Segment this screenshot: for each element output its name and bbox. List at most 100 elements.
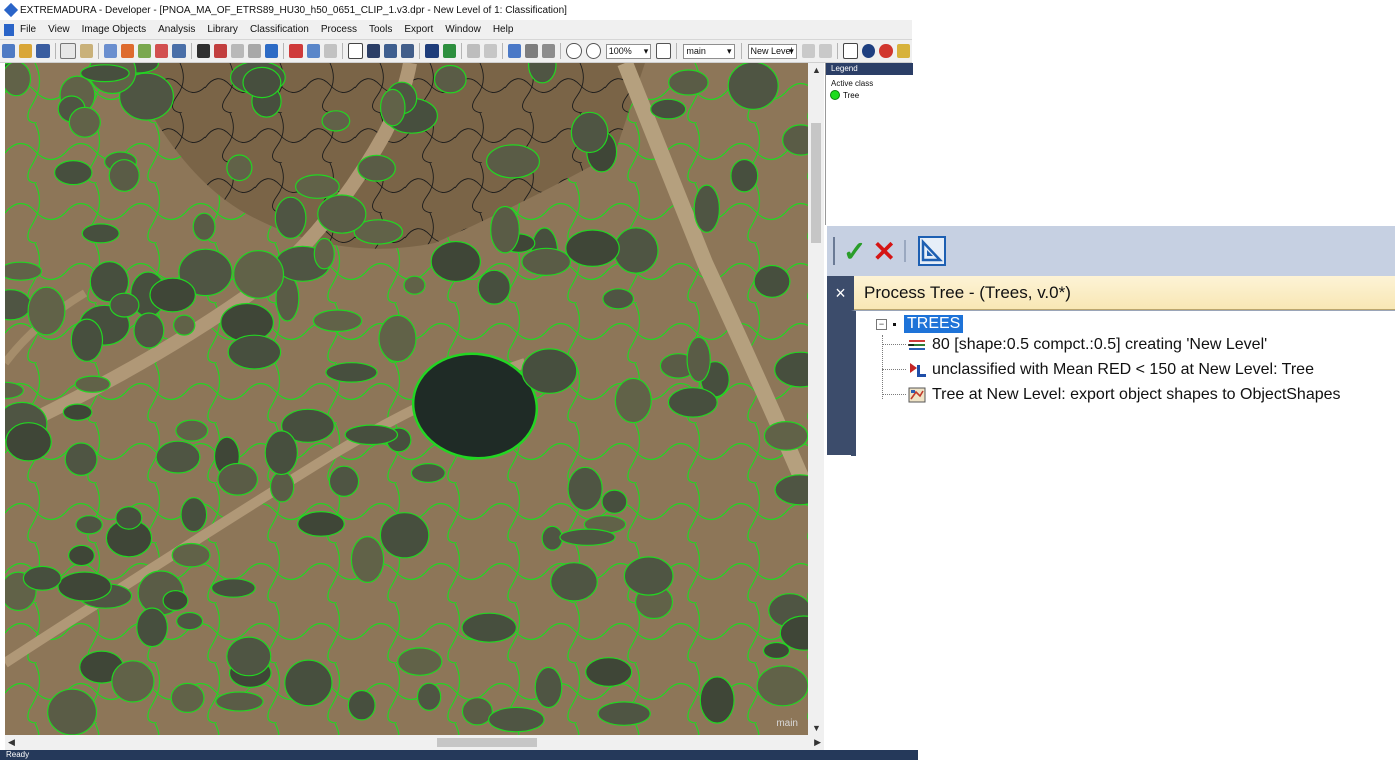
level-select[interactable]: New Level	[747, 43, 797, 59]
view-classification-icon[interactable]	[213, 44, 227, 58]
tree-segment[interactable]	[297, 511, 345, 537]
tree-segment[interactable]	[176, 611, 204, 631]
tree-segment[interactable]	[378, 314, 417, 363]
scroll-right-arrow-icon[interactable]: ▶	[814, 737, 821, 748]
feature-icon[interactable]	[155, 44, 169, 58]
tree-segment[interactable]	[217, 462, 259, 496]
tree-segment[interactable]	[614, 377, 652, 424]
menu-window[interactable]: Window	[439, 24, 487, 35]
menu-file[interactable]: File	[14, 24, 42, 35]
tree-segment[interactable]	[430, 240, 481, 283]
tree-segment[interactable]	[175, 419, 209, 442]
star-icon[interactable]	[442, 44, 456, 58]
tree-segment[interactable]	[155, 440, 201, 474]
open-project-icon[interactable]	[19, 44, 33, 58]
zoom-window-icon[interactable]	[656, 43, 672, 59]
tree-segment[interactable]	[80, 64, 130, 83]
tree-segment[interactable]	[602, 288, 635, 310]
edit-image-layer-icon[interactable]	[306, 44, 320, 58]
tree-segment[interactable]	[756, 665, 808, 707]
single-view-icon[interactable]	[347, 43, 363, 59]
open-image-icon[interactable]	[79, 44, 93, 58]
tree-segment[interactable]	[264, 430, 298, 476]
legend-class-row[interactable]: Tree	[826, 90, 913, 100]
tree-segment[interactable]	[215, 691, 264, 712]
tree-item[interactable]: Tree at New Level: export object shapes …	[908, 386, 1341, 404]
link-views-icon[interactable]	[401, 44, 415, 58]
tree-segment[interactable]	[5, 63, 32, 97]
zoom-select[interactable]: 100%	[605, 43, 652, 59]
view-select[interactable]: main	[683, 43, 735, 59]
tree-segment[interactable]	[22, 565, 62, 591]
menu-tools[interactable]: Tools	[363, 24, 398, 35]
tree-segment[interactable]	[68, 106, 101, 138]
level-up-icon[interactable]	[818, 44, 833, 58]
tree-segment[interactable]	[67, 544, 95, 567]
tree-segment[interactable]	[108, 159, 140, 192]
tree-segment[interactable]	[47, 688, 98, 735]
tree-segment[interactable]	[379, 88, 406, 127]
tree-segment[interactable]	[410, 463, 446, 484]
scroll-up-arrow-icon[interactable]: ▲	[812, 65, 821, 75]
view-polygons-icon[interactable]	[248, 44, 262, 58]
view-samples-icon[interactable]	[265, 44, 279, 58]
tree-segment[interactable]	[57, 571, 112, 602]
zoom-in-icon[interactable]	[585, 43, 601, 59]
tree-segment[interactable]	[433, 64, 467, 94]
tree-segment[interactable]	[172, 314, 196, 336]
tree-segment[interactable]	[567, 466, 603, 511]
tree-segment[interactable]	[668, 69, 709, 96]
tree-segment[interactable]	[601, 489, 628, 514]
tree-segment[interactable]	[585, 657, 633, 687]
window-icon[interactable]	[843, 43, 859, 59]
zoom-out-icon[interactable]	[566, 43, 582, 59]
tree-segment[interactable]	[521, 247, 572, 276]
sample-icon[interactable]	[120, 44, 135, 58]
menu-process[interactable]: Process	[315, 24, 363, 35]
split-view-icon[interactable]	[366, 44, 381, 58]
tree-segment[interactable]	[486, 144, 541, 179]
view-layers-icon[interactable]	[196, 44, 210, 58]
tree-segment[interactable]	[109, 292, 140, 318]
tree-segment[interactable]	[347, 689, 376, 721]
menu-export[interactable]: Export	[398, 24, 439, 35]
tree-segment[interactable]	[233, 249, 285, 299]
vertical-scrollbar[interactable]: ▲ ▼	[808, 63, 824, 735]
tree-segment[interactable]	[75, 515, 103, 535]
tree-segment[interactable]	[62, 403, 93, 421]
tree-segment[interactable]	[295, 174, 340, 199]
tree-segment[interactable]	[5, 261, 43, 281]
info-icon[interactable]	[862, 44, 876, 58]
tree-segment[interactable]	[111, 660, 155, 703]
tree-segment[interactable]	[623, 556, 674, 596]
execute-check-icon[interactable]: ✓	[843, 235, 866, 268]
tree-segment[interactable]	[284, 659, 333, 707]
tree-segment[interactable]	[274, 196, 307, 239]
tree-segment[interactable]	[477, 269, 511, 305]
tree-segment[interactable]	[328, 465, 360, 497]
tree-segment[interactable]	[325, 362, 378, 383]
close-icon[interactable]: ×	[827, 276, 854, 310]
tree-segment[interactable]	[357, 154, 396, 182]
tree-segment[interactable]	[226, 154, 253, 182]
tree-segment[interactable]	[730, 158, 759, 193]
scroll-down-arrow-icon[interactable]: ▼	[812, 723, 821, 733]
tree-segment[interactable]	[313, 237, 335, 270]
tree-segment[interactable]	[70, 318, 104, 362]
tree-segment[interactable]	[727, 63, 779, 110]
tree-segment[interactable]	[269, 470, 295, 503]
app-menu-icon[interactable]	[4, 23, 14, 36]
tree-segment[interactable]	[699, 676, 735, 724]
tree-segment[interactable]	[488, 706, 545, 733]
tree-segment[interactable]	[565, 229, 620, 268]
select-icon[interactable]	[172, 44, 186, 58]
tree-segment[interactable]	[54, 159, 93, 186]
tree-segment[interactable]	[597, 701, 651, 726]
tree-segment[interactable]	[461, 697, 493, 726]
tree-segment[interactable]	[242, 66, 282, 99]
tree-segment[interactable]	[162, 589, 189, 611]
tree-segment[interactable]	[559, 528, 616, 546]
tree-segment[interactable]	[693, 184, 721, 233]
tree-segment[interactable]	[667, 387, 718, 418]
tree-segment[interactable]	[762, 641, 791, 660]
